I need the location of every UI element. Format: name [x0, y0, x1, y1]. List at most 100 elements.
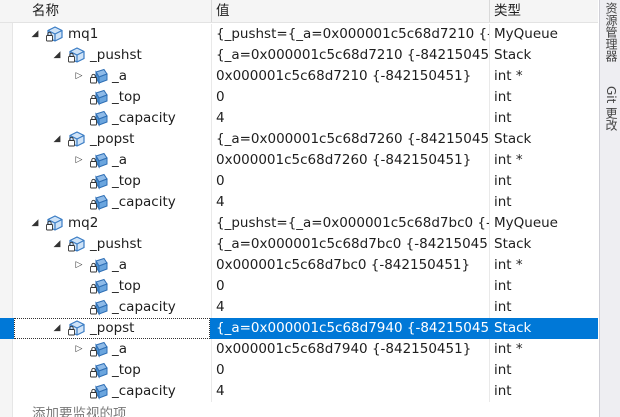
watch-row[interactable]: ◢ _popst {_a=0x000001c5c68d7940 {-84215045…	[0, 318, 598, 339]
column-header: 名称 值 类型	[0, 0, 598, 23]
watch-row[interactable]: _top 0 int	[0, 360, 598, 381]
row-value-cell[interactable]: {_pushst={_a=0x000001c5c68d7210 {-8...	[211, 24, 489, 45]
expand-arrow-icon[interactable]: ▷	[74, 71, 84, 82]
row-value-cell[interactable]: {_a=0x000001c5c68d7bc0 {-842150451}...	[211, 234, 489, 255]
watch-row[interactable]: _capacity 4 int	[0, 381, 598, 402]
row-type-cell: int *	[489, 66, 598, 87]
row-value-cell[interactable]: 4	[211, 192, 489, 213]
row-type-cell: int	[489, 297, 598, 318]
row-type-cell: int	[489, 381, 598, 402]
row-name-label: _capacity	[112, 383, 176, 399]
collapse-arrow-icon[interactable]: ◢	[52, 50, 62, 61]
field-lock-icon	[90, 68, 108, 85]
row-name-cell[interactable]: _capacity	[14, 381, 210, 402]
row-value-cell[interactable]: {_a=0x000001c5c68d7940 {-842150451}...	[211, 318, 489, 339]
row-name-label: _capacity	[112, 194, 176, 210]
row-value-cell[interactable]: {_pushst={_a=0x000001c5c68d7bc0 {-8...	[211, 213, 489, 234]
row-value-cell[interactable]: 0	[211, 276, 489, 297]
row-name-label: _capacity	[112, 299, 176, 315]
row-name-cell[interactable]: ▷ _a	[14, 66, 210, 87]
row-type-cell: int *	[489, 150, 598, 171]
row-name-label: mq1	[68, 26, 99, 42]
watch-row[interactable]: _capacity 4 int	[0, 108, 598, 129]
row-value-cell[interactable]: 4	[211, 108, 489, 129]
row-name-cell[interactable]: ◢ mq1	[14, 24, 210, 45]
collapse-arrow-icon[interactable]: ◢	[30, 29, 40, 40]
watch-row[interactable]: _top 0 int	[0, 171, 598, 192]
name-column-header[interactable]: 名称	[0, 0, 210, 22]
watch-row[interactable]: ◢ _popst {_a=0x000001c5c68d7260 {-84215045…	[0, 129, 598, 150]
row-value-cell[interactable]: {_a=0x000001c5c68d7210 {-842150451}...	[211, 45, 489, 66]
watch-row[interactable]: ▷ _a 0x000001c5c68d7940 {-842150451} int *	[0, 339, 598, 360]
field-lock-icon	[90, 152, 108, 169]
row-name-cell[interactable]: ▷ _a	[14, 150, 210, 171]
side-tab-strip: 资源管理器 Git 更改	[599, 0, 620, 417]
row-name-cell[interactable]: ◢ _popst	[14, 129, 210, 150]
expand-arrow-icon[interactable]: ▷	[74, 344, 84, 355]
row-name-cell[interactable]: ◢ _pushst	[14, 234, 210, 255]
row-name-cell[interactable]: _top	[14, 276, 210, 297]
row-name-label: _top	[112, 173, 141, 189]
collapse-arrow-icon[interactable]: ◢	[30, 218, 40, 229]
row-name-label: _pushst	[90, 47, 142, 63]
row-name-cell[interactable]: ◢ mq2	[14, 213, 210, 234]
watch-row[interactable]: _top 0 int	[0, 276, 598, 297]
tab-git-changes[interactable]: Git 更改	[600, 86, 620, 131]
watch-row[interactable]: ◢ _pushst {_a=0x000001c5c68d7210 {-8421504…	[0, 45, 598, 66]
row-value-cell[interactable]: 0x000001c5c68d7260 {-842150451}	[211, 150, 489, 171]
row-type-cell: int	[489, 87, 598, 108]
row-name-label: _popst	[90, 320, 135, 336]
row-name-cell[interactable]: _top	[14, 87, 210, 108]
watch-row[interactable]: _capacity 4 int	[0, 192, 598, 213]
row-type-cell: Stack	[489, 129, 598, 150]
row-value-cell[interactable]: 0	[211, 171, 489, 192]
field-lock-icon	[90, 194, 108, 211]
watch-window: 名称 值 类型 ◢ mq1 {_pushst={_a=0x000001c5c68d7…	[0, 0, 598, 417]
field-lock-icon	[90, 257, 108, 274]
row-name-cell[interactable]: _capacity	[14, 297, 210, 318]
watch-row[interactable]: ▷ _a 0x000001c5c68d7210 {-842150451} int *	[0, 66, 598, 87]
row-value-cell[interactable]: 0	[211, 360, 489, 381]
type-column-header[interactable]: 类型	[489, 0, 598, 22]
watch-row[interactable]: ▷ _a 0x000001c5c68d7260 {-842150451} int *	[0, 150, 598, 171]
expand-arrow-icon[interactable]: ▷	[74, 155, 84, 166]
row-value-cell[interactable]: 4	[211, 381, 489, 402]
collapse-arrow-icon[interactable]: ◢	[52, 239, 62, 250]
row-name-cell[interactable]: _top	[14, 171, 210, 192]
field-lock-icon	[90, 299, 108, 316]
row-name-label: mq2	[68, 215, 99, 231]
value-column-header[interactable]: 值	[211, 0, 489, 22]
row-value-cell[interactable]: 0	[211, 87, 489, 108]
collapse-arrow-icon[interactable]: ◢	[52, 134, 62, 145]
watch-row[interactable]: ◢ _pushst {_a=0x000001c5c68d7bc0 {-8421504…	[0, 234, 598, 255]
row-type-cell: int	[489, 192, 598, 213]
row-type-cell: int	[489, 276, 598, 297]
expand-arrow-icon[interactable]: ▷	[74, 260, 84, 271]
row-type-cell: Stack	[489, 45, 598, 66]
row-name-cell[interactable]: ◢ _popst	[14, 318, 210, 339]
watch-row[interactable]: ▷ _a 0x000001c5c68d7bc0 {-842150451} int *	[0, 255, 598, 276]
row-value-cell[interactable]: {_a=0x000001c5c68d7260 {-842150451}...	[211, 129, 489, 150]
add-watch-item[interactable]: 添加要监视的项	[32, 402, 127, 417]
row-value-cell[interactable]: 0x000001c5c68d7bc0 {-842150451}	[211, 255, 489, 276]
row-name-cell[interactable]: ▷ _a	[14, 339, 210, 360]
row-name-cell[interactable]: ▷ _a	[14, 255, 210, 276]
watch-row[interactable]: _top 0 int	[0, 87, 598, 108]
row-name-cell[interactable]: ◢ _pushst	[14, 45, 210, 66]
row-name-cell[interactable]: _top	[14, 360, 210, 381]
row-name-cell[interactable]: _capacity	[14, 108, 210, 129]
watch-row[interactable]: ◢ mq1 {_pushst={_a=0x000001c5c68d7210 {-8.…	[0, 24, 598, 45]
row-type-cell: int	[489, 360, 598, 381]
watch-row[interactable]: ◢ mq2 {_pushst={_a=0x000001c5c68d7bc0 {-8.…	[0, 213, 598, 234]
field-lock-icon	[90, 110, 108, 127]
collapse-arrow-icon[interactable]: ◢	[52, 323, 62, 334]
tab-solution-explorer[interactable]: 资源管理器	[600, 2, 620, 62]
watch-row[interactable]: _capacity 4 int	[0, 297, 598, 318]
row-name-label: _pushst	[90, 236, 142, 252]
row-value-cell[interactable]: 0x000001c5c68d7210 {-842150451}	[211, 66, 489, 87]
object-lock-icon	[46, 215, 64, 232]
field-lock-icon	[90, 89, 108, 106]
row-value-cell[interactable]: 4	[211, 297, 489, 318]
row-name-cell[interactable]: _capacity	[14, 192, 210, 213]
row-value-cell[interactable]: 0x000001c5c68d7940 {-842150451}	[211, 339, 489, 360]
